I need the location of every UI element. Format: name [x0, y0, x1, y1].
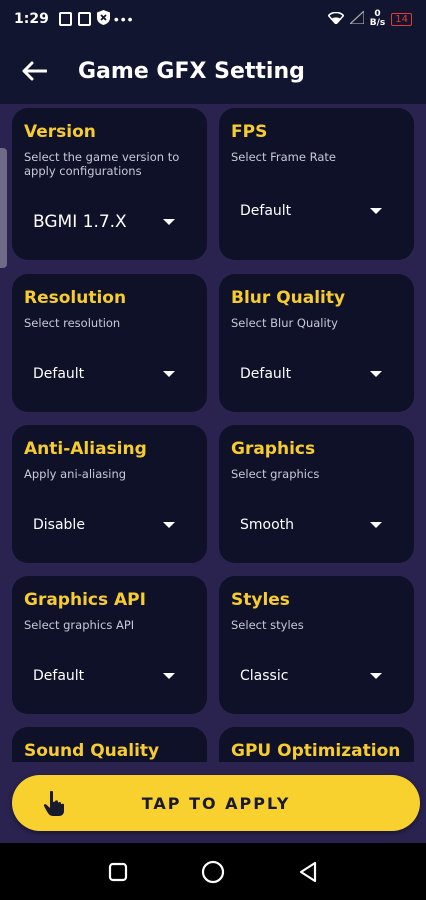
dropdown-caret-icon [163, 673, 175, 679]
tap-to-apply-button[interactable]: TAP TO APPLY [12, 775, 420, 831]
card-gpu-optimization: GPU Optimization [219, 727, 414, 762]
system-nav-bar [0, 843, 426, 900]
card-subtitle: Select the game version to apply configu… [24, 150, 180, 178]
graphics-dropdown[interactable]: Smooth [240, 517, 382, 533]
dropdown-value: Default [33, 668, 85, 684]
fps-dropdown[interactable]: Default [240, 203, 382, 219]
card-title: FPS [231, 122, 268, 142]
dropdown-value: Smooth [240, 517, 295, 533]
dropdown-caret-icon [370, 522, 382, 528]
card-graphics: Graphics Select graphics Smooth [219, 425, 414, 563]
settings-grid[interactable]: Version Select the game version to apply… [0, 104, 426, 762]
dropdown-value: Default [240, 203, 292, 219]
back-nav-button[interactable] [288, 852, 328, 892]
card-subtitle: Select Frame Rate [231, 150, 336, 164]
blur-quality-dropdown[interactable]: Default [240, 366, 382, 382]
status-time: 1:29 [14, 11, 49, 27]
dropdown-value: BGMI 1.7.X [33, 212, 127, 232]
card-sound-quality: Sound Quality [12, 727, 207, 762]
card-title: Version [24, 122, 96, 142]
resolution-dropdown[interactable]: Default [33, 366, 175, 382]
recents-button[interactable] [98, 852, 138, 892]
recents-square-icon [108, 862, 127, 881]
card-subtitle: Select Blur Quality [231, 316, 338, 330]
dropdown-caret-icon [370, 673, 382, 679]
card-title: Graphics API [24, 590, 146, 610]
card-subtitle: Select graphics API [24, 618, 135, 632]
back-triangle-icon [300, 861, 317, 882]
dropdown-value: Default [240, 366, 292, 382]
notification-app-icon [77, 12, 91, 26]
battery-indicator: 14 [391, 12, 412, 26]
home-circle-icon [201, 860, 225, 883]
card-title: Resolution [24, 288, 127, 308]
status-bar: 1:29 ••• 0 B/s 14 [0, 0, 426, 38]
card-title: GPU Optimization [231, 741, 401, 761]
notification-alert-icon [58, 12, 72, 26]
card-fps: FPS Select Frame Rate Default [219, 108, 414, 260]
card-graphics-api: Graphics API Select graphics API Default [12, 576, 207, 714]
wifi-icon [327, 11, 345, 27]
more-notifications-icon: ••• [113, 11, 135, 27]
card-title: Sound Quality [24, 741, 160, 761]
back-arrow-icon [22, 61, 47, 81]
graphics-api-dropdown[interactable]: Default [33, 668, 175, 684]
back-button[interactable] [14, 51, 54, 91]
card-title: Anti-Aliasing [24, 439, 147, 459]
home-button[interactable] [193, 852, 233, 892]
signal-icon [348, 9, 365, 27]
card-subtitle: Select graphics [231, 467, 320, 481]
version-dropdown[interactable]: BGMI 1.7.X [33, 212, 175, 232]
card-blur-quality: Blur Quality Select Blur Quality Default [219, 274, 414, 412]
card-title: Graphics [231, 439, 316, 459]
card-version: Version Select the game version to apply… [12, 108, 207, 260]
card-anti-aliasing: Anti-Aliasing Apply ani-aliasing Disable [12, 425, 207, 563]
net-speed-unit: B/s [369, 18, 386, 28]
dropdown-caret-icon [163, 371, 175, 377]
page-title: Game GFX Setting [78, 58, 305, 84]
side-handle[interactable] [0, 148, 7, 268]
dropdown-caret-icon [163, 522, 175, 528]
app-bar: Game GFX Setting [0, 38, 426, 104]
dropdown-caret-icon [163, 219, 175, 225]
styles-dropdown[interactable]: Classic [240, 668, 382, 684]
apply-button-label: TAP TO APPLY [141, 793, 291, 813]
card-styles: Styles Select styles Classic [219, 576, 414, 714]
card-resolution: Resolution Select resolution Default [12, 274, 207, 412]
card-subtitle: Apply ani-aliasing [24, 467, 127, 481]
dropdown-value: Disable [33, 517, 85, 533]
net-speed: 0 B/s [370, 10, 386, 28]
dropdown-value: Classic [240, 668, 289, 684]
notification-shield-icon [96, 10, 110, 28]
card-title: Styles [231, 590, 290, 610]
tap-hand-icon [43, 790, 64, 816]
card-subtitle: Select styles [231, 618, 304, 632]
anti-aliasing-dropdown[interactable]: Disable [33, 517, 175, 533]
dropdown-value: Default [33, 366, 85, 382]
card-title: Blur Quality [231, 288, 346, 308]
dropdown-caret-icon [370, 208, 382, 214]
dropdown-caret-icon [370, 371, 382, 377]
card-subtitle: Select resolution [24, 316, 121, 330]
